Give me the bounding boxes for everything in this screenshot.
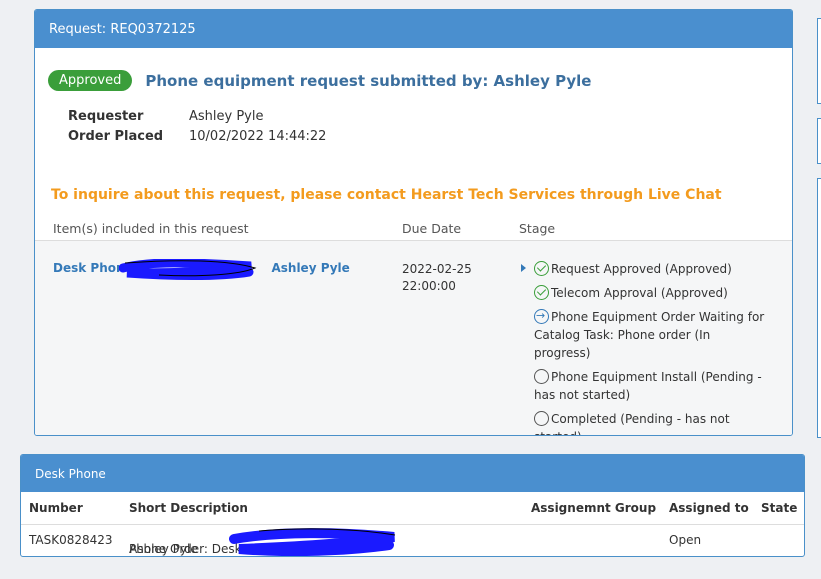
- empty-circle-icon: [534, 369, 549, 384]
- requester-row: Requester Ashley Pyle: [68, 106, 326, 126]
- task-number[interactable]: TASK0828423: [29, 533, 113, 547]
- item-link[interactable]: Desk Phone: Ashley Pyle: [53, 261, 350, 275]
- due-date-column-header: Due Date: [402, 221, 462, 236]
- check-circle-icon: [534, 285, 549, 300]
- desk-phone-panel-header: Desk Phone: [21, 455, 804, 492]
- task-table-header: Number Short Description Assignemnt Grou…: [21, 492, 804, 525]
- items-column-header: Item(s) included in this request: [53, 221, 249, 236]
- check-circle-icon: [534, 261, 549, 276]
- task-desc-suffix: Ashley Pyle: [129, 542, 198, 556]
- arrow-circle-icon: [534, 307, 549, 325]
- adjacent-panel-edge-middle: [817, 118, 821, 164]
- stage-list: Request Approved (Approved) Telecom Appr…: [521, 260, 766, 435]
- due-date: 2022-02-25 22:00:00: [402, 261, 472, 295]
- task-assigned-to: Open: [669, 533, 702, 547]
- stage-column-header: Stage: [519, 221, 556, 236]
- stage-text: Telecom Approval (Approved): [551, 286, 728, 300]
- request-panel-header: Request: REQ0372125: [35, 10, 792, 48]
- stage-text: Phone Equipment Order Waiting for Catalo…: [534, 310, 765, 360]
- due-date-time: 22:00:00: [402, 279, 456, 293]
- due-date-day: 2022-02-25: [402, 262, 472, 276]
- stage-text: Request Approved (Approved): [551, 262, 732, 276]
- items-table-header: Item(s) included in this request Due Dat…: [35, 221, 792, 240]
- assigned-to-column-header[interactable]: Assigned to: [669, 501, 749, 515]
- requester-value: Ashley Pyle: [189, 108, 264, 124]
- state-column-header[interactable]: State: [761, 501, 797, 515]
- number-column-header[interactable]: Number: [29, 501, 83, 515]
- stage-item: Telecom Approval (Approved): [521, 284, 766, 302]
- desk-phone-panel: Desk Phone Number Short Description Assi…: [20, 454, 805, 557]
- order-placed-row: Order Placed 10/02/2022 14:44:22: [68, 126, 326, 146]
- item-name-suffix: Ashley Pyle: [271, 261, 350, 275]
- stage-item: Phone Equipment Order Waiting for Catalo…: [521, 307, 766, 362]
- empty-circle-icon: [534, 411, 549, 426]
- assignment-group-column-header[interactable]: Assignemnt Group: [531, 501, 656, 515]
- stage-item: Phone Equipment Install (Pending - has n…: [521, 368, 766, 404]
- adjacent-panel-edge-bottom: [817, 178, 821, 438]
- short-description-column-header[interactable]: Short Description: [129, 501, 248, 515]
- stage-text: Phone Equipment Install (Pending - has n…: [534, 370, 762, 402]
- request-title: Phone equipment request submitted by: As…: [145, 71, 592, 90]
- adjacent-panel-edge-top: [817, 18, 821, 104]
- request-number-title: Request: REQ0372125: [49, 21, 196, 37]
- table-row[interactable]: TASK0828423 Phone Order: Desk P Ashley Py…: [21, 524, 804, 556]
- order-placed-value: 10/02/2022 14:44:22: [189, 128, 327, 144]
- inquire-notice: To inquire about this request, please co…: [51, 187, 722, 203]
- request-status-row: Approved Phone equipment request submitt…: [48, 70, 591, 91]
- item-name-prefix: Desk Phone:: [53, 261, 138, 275]
- request-panel: Request: REQ0372125 Approved Phone equip…: [34, 9, 793, 436]
- stage-item: Completed (Pending - has not started): [521, 410, 766, 435]
- order-placed-label: Order Placed: [68, 128, 164, 144]
- requester-label: Requester: [68, 108, 144, 124]
- stage-text: Completed (Pending - has not started): [534, 412, 730, 435]
- desk-phone-title: Desk Phone: [35, 466, 106, 481]
- stage-item: Request Approved (Approved): [521, 260, 766, 278]
- request-info: Requester Ashley Pyle Order Placed 10/02…: [68, 106, 326, 146]
- status-badge: Approved: [48, 70, 133, 91]
- current-stage-pointer-icon: [521, 264, 526, 272]
- request-item-row: Desk Phone: Ashley Pyle 2022-02-25 22:00:…: [35, 240, 792, 435]
